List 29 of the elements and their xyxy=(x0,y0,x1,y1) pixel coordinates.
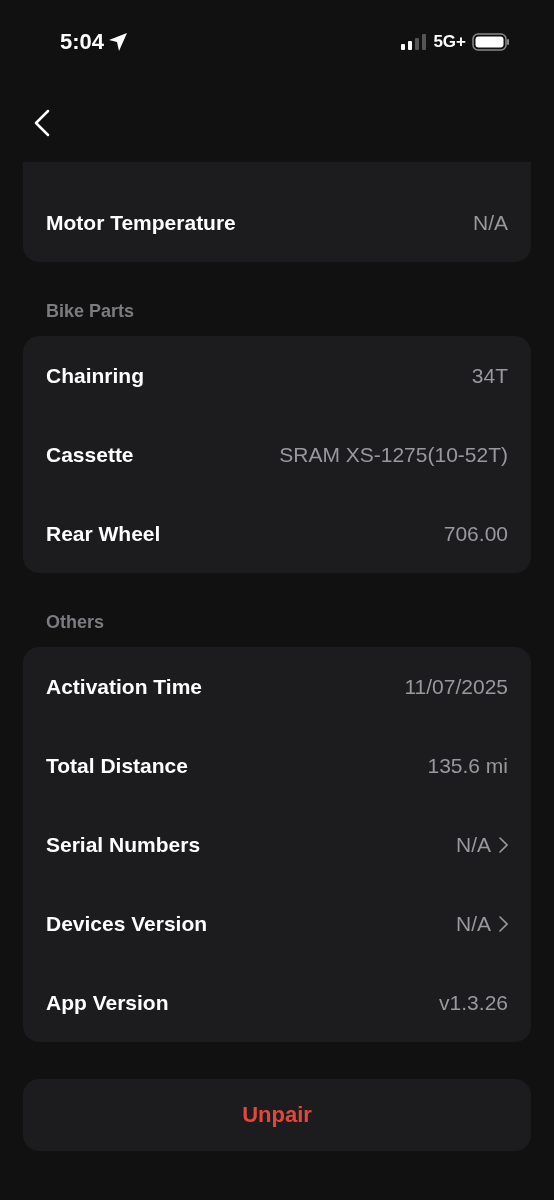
chevron-right-icon[interactable] xyxy=(499,836,508,853)
row-label: Chainring xyxy=(46,363,144,388)
row-value: N/A xyxy=(456,832,491,857)
row-label: Cassette xyxy=(46,442,134,467)
row-value: 135.6 mi xyxy=(427,753,508,778)
row-value: v1.3.26 xyxy=(439,990,508,1015)
section-title: Others xyxy=(46,612,105,633)
row-label: Motor Temperature xyxy=(46,210,236,235)
row-label: App Version xyxy=(46,990,169,1015)
row-value: 11/07/2025 xyxy=(404,674,508,699)
row-label: Serial Numbers xyxy=(46,832,201,857)
row-value: SRAM XS-1275(10-52T) xyxy=(279,442,508,467)
network-type: 5G+ xyxy=(433,32,466,52)
signal-icon xyxy=(401,33,428,51)
location-arrow-icon xyxy=(108,32,129,52)
row-value: N/A xyxy=(456,911,491,936)
section-title: Bike Parts xyxy=(46,301,135,322)
chevron-right-icon[interactable] xyxy=(499,915,508,932)
row-label: Total Distance xyxy=(46,753,188,778)
back-chevron-icon xyxy=(34,109,50,137)
row-label: Activation Time xyxy=(46,674,202,699)
row-label: Rear Wheel xyxy=(46,521,161,546)
row-value: N/A xyxy=(473,210,508,235)
battery-icon xyxy=(472,33,510,51)
row-label: Devices Version xyxy=(46,911,208,936)
row-value: 706.00 xyxy=(443,521,508,546)
status-time: 5:04 xyxy=(60,29,105,55)
row-value: 34T xyxy=(471,363,508,388)
unpair-button[interactable]: Unpair xyxy=(23,1079,531,1151)
